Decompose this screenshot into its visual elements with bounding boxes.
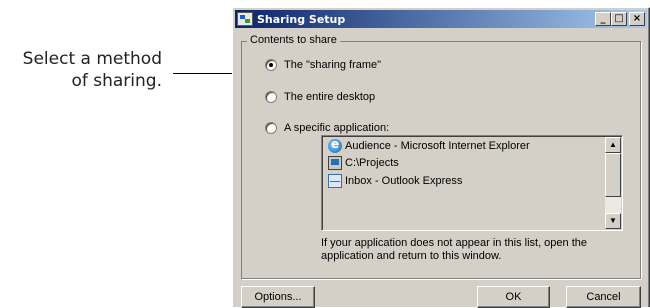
list-item[interactable]: Inbox - Outlook Express [328,174,462,188]
minimize-button[interactable]: _ [595,12,611,26]
list-item[interactable]: C:\Projects [328,156,399,170]
sharing-setup-window: Sharing Setup _ □ × Contents to share Th… [232,7,650,308]
list-item-label: Inbox - Outlook Express [345,175,463,187]
list-item-label: Audience - Microsoft Internet Explorer [345,140,530,152]
mail-icon [328,174,342,188]
scroll-up-button[interactable]: ▲ [605,137,621,153]
radio-specific-application[interactable]: A specific application: [265,122,389,134]
ok-button[interactable]: OK [477,286,550,308]
sharing-app-icon [237,12,253,26]
callout-line-1: Select a method [22,49,162,69]
group-label: Contents to share [247,34,340,46]
list-item[interactable]: Audience - Microsoft Internet Explorer [328,137,530,153]
radio-button-icon[interactable] [265,122,277,134]
scroll-down-button[interactable]: ▼ [605,213,621,229]
internet-explorer-icon [328,137,342,153]
callout-line-2: of sharing. [71,71,162,91]
callout-text: Select a method of sharing. [0,48,162,92]
radio-button-icon[interactable] [265,91,277,103]
cancel-button[interactable]: Cancel [566,286,641,308]
radio-sharing-frame[interactable]: The "sharing frame" [265,59,381,71]
window-title: Sharing Setup [257,12,346,26]
title-bar-buttons: _ □ × [595,12,645,26]
computer-icon [328,156,342,170]
application-listbox[interactable]: Audience - Microsoft Internet Explorer C… [321,135,623,231]
radio-label: A specific application: [284,122,390,134]
hint-text: If your application does not appear in t… [321,237,588,262]
list-item-label: C:\Projects [345,157,399,169]
radio-button-icon[interactable] [265,59,277,71]
radio-label: The "sharing frame" [284,59,382,71]
scroll-thumb[interactable] [605,153,621,197]
radio-label: The entire desktop [284,91,376,103]
options-button[interactable]: Options... [241,286,315,308]
maximize-button[interactable]: □ [611,12,627,26]
title-bar[interactable]: Sharing Setup _ □ × [235,10,647,28]
radio-entire-desktop[interactable]: The entire desktop [265,91,375,103]
vertical-scrollbar[interactable]: ▲ ▼ [605,137,621,229]
close-button[interactable]: × [629,12,645,26]
